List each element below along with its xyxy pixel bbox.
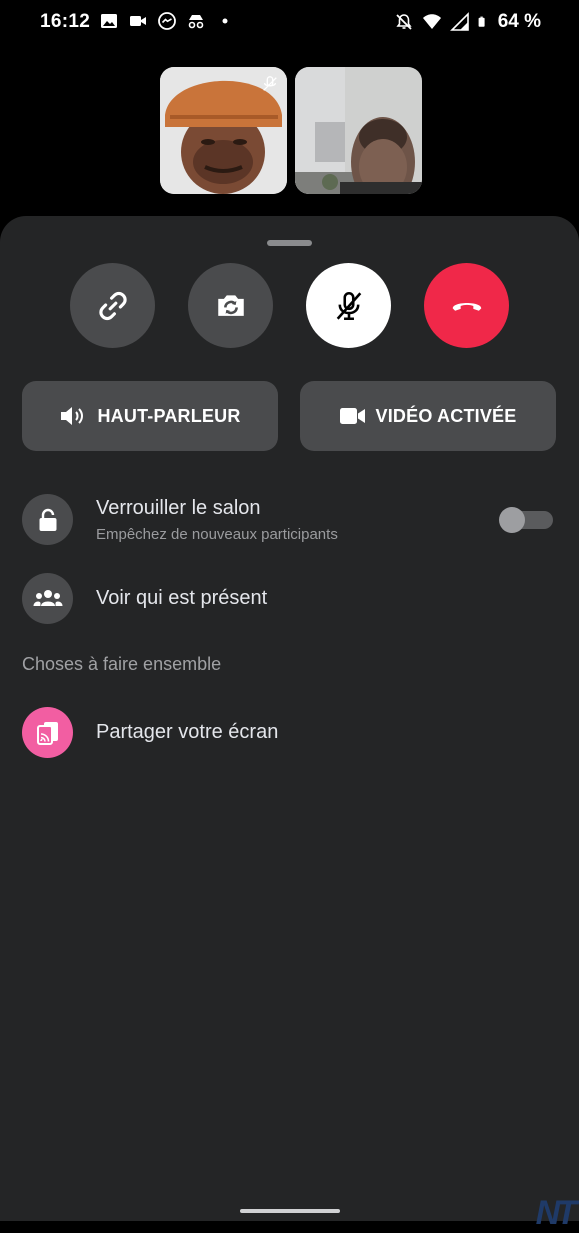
video-camera-icon	[130, 16, 146, 26]
system-icons: 64 %	[394, 11, 541, 33]
call-options-sheet: HAUT-PARLEUR VIDÉO ACTIVÉE Verrouiller l…	[0, 216, 579, 1232]
lock-room-title: Verrouiller le salon	[96, 496, 261, 519]
battery-icon	[478, 16, 485, 27]
share-screen-icon-container	[22, 707, 73, 758]
see-participants-row[interactable]: Voir qui est présent	[22, 573, 562, 624]
section-header-together: Choses à faire ensemble	[22, 654, 222, 674]
messenger-icon	[158, 12, 176, 30]
participant-video-thumbnail[interactable]	[295, 67, 422, 194]
share-screen-row[interactable]: Partager votre écran	[22, 707, 562, 758]
status-time: 16:12	[40, 11, 91, 32]
muted-mic-icon	[263, 76, 277, 91]
watermark-logo: NT	[535, 1194, 577, 1232]
speaker-label: HAUT-PARLEUR	[97, 405, 241, 426]
speaker-icon	[61, 407, 84, 425]
lock-room-subtitle: Empêchez de nouveaux participants	[96, 525, 338, 543]
image-icon	[101, 14, 117, 28]
toggle-knob	[499, 507, 525, 533]
gesture-nav-bar[interactable]	[240, 1209, 340, 1213]
flip-camera-button[interactable]	[188, 263, 273, 348]
self-video-thumbnail[interactable]	[160, 67, 287, 194]
dot-icon	[222, 18, 228, 24]
copy-link-button[interactable]	[70, 263, 155, 348]
microphone-muted-icon	[336, 291, 361, 320]
lock-icon-container	[22, 494, 73, 545]
wifi-icon	[422, 14, 441, 29]
lock-room-row[interactable]: Verrouiller le salon Empêchez de nouveau…	[22, 494, 562, 545]
lock-icon	[39, 508, 56, 531]
incognito-icon	[188, 15, 204, 29]
lock-room-toggle[interactable]	[499, 507, 553, 533]
notification-icons	[99, 11, 235, 31]
bell-off-icon	[396, 14, 412, 30]
link-icon	[98, 291, 127, 320]
mute-microphone-button[interactable]	[306, 263, 391, 348]
battery-percent: 64 %	[497, 11, 541, 32]
end-call-button[interactable]	[424, 263, 509, 348]
speaker-button[interactable]: HAUT-PARLEUR	[22, 381, 278, 451]
video-label: VIDÉO ACTIVÉE	[375, 405, 517, 426]
people-icon	[33, 589, 62, 606]
people-icon-container	[22, 573, 73, 624]
participant-video-feed	[295, 67, 422, 194]
see-participants-title: Voir qui est présent	[96, 587, 268, 609]
sheet-drag-handle[interactable]	[267, 240, 312, 246]
video-camera-icon	[339, 408, 365, 424]
end-call-icon	[452, 302, 481, 311]
camera-flip-icon	[217, 294, 244, 316]
status-bar: 16:12 64 %	[0, 0, 579, 44]
video-toggle-button[interactable]: VIDÉO ACTIVÉE	[300, 381, 556, 451]
signal-icon	[449, 12, 469, 31]
screen-share-icon	[36, 721, 58, 745]
share-screen-title: Partager votre écran	[96, 721, 279, 743]
participant-thumbnails	[160, 67, 422, 194]
